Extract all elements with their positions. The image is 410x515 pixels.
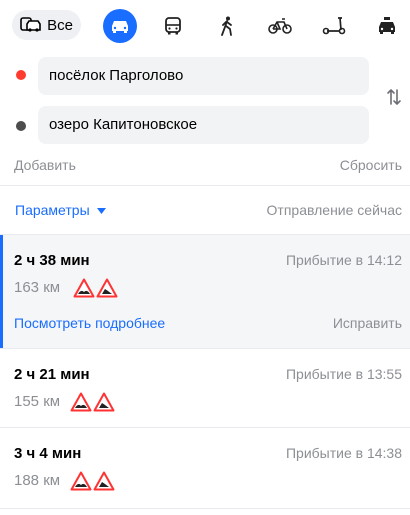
route-arrival: Прибытие в 14:38 (285, 445, 402, 461)
walk-icon (221, 16, 232, 36)
fix-route-button[interactable]: Исправить (333, 315, 402, 331)
parameters-label: Параметры (15, 202, 90, 218)
route-distance: 163 км (14, 279, 61, 296)
bus-icon (165, 17, 181, 35)
swap-icon[interactable] (386, 88, 402, 106)
caret-down-icon (96, 208, 106, 215)
route-duration: 2 ч 38 мин (14, 252, 90, 269)
destination-field[interactable]: озеро Капитоновское (38, 106, 369, 144)
road-work-warning-icon (93, 471, 115, 491)
divider (0, 508, 410, 509)
route-duration: 3 ч 4 мин (14, 445, 82, 462)
mode-bus-button[interactable] (156, 9, 190, 43)
route-arrival: Прибытие в 14:12 (285, 252, 402, 268)
road-work-warning-icon (96, 278, 118, 298)
scooter-icon (322, 17, 346, 35)
destination-dot (16, 121, 26, 131)
mode-all-label: Все (47, 16, 73, 34)
mode-bicycle-button[interactable] (263, 9, 297, 43)
view-details-link[interactable]: Посмотреть подробнее (14, 315, 165, 331)
bicycle-icon (268, 18, 292, 34)
route-duration: 2 ч 21 мин (14, 366, 90, 383)
taxi-icon (379, 17, 395, 34)
mode-walk-button[interactable] (210, 9, 244, 43)
route-distance: 188 км (14, 472, 61, 489)
departure-time[interactable]: Отправление сейчас (267, 202, 402, 218)
car-bus-icon (20, 17, 41, 32)
route-distance: 155 км (14, 393, 61, 410)
route-arrival: Прибытие в 13:55 (285, 366, 402, 382)
route-card-2[interactable]: 2 ч 21 мин Прибытие в 13:55 155 км (0, 349, 410, 427)
mode-all-button[interactable]: Все (12, 10, 81, 40)
road-work-warning-icon (93, 392, 115, 412)
divider (0, 185, 410, 186)
route-card-3[interactable]: 3 ч 4 мин Прибытие в 14:38 188 км (0, 428, 410, 508)
reset-button[interactable]: Сбросить (340, 157, 402, 173)
mode-car-button[interactable] (103, 9, 137, 43)
origin-dot (16, 70, 26, 80)
origin-field[interactable]: посёлок Парголово (38, 57, 369, 95)
road-warning-icon (70, 392, 92, 412)
road-warning-icon (73, 278, 95, 298)
transport-mode-bar: Все (0, 8, 410, 44)
mode-scooter-button[interactable] (317, 9, 351, 43)
car-icon (112, 21, 128, 33)
mode-taxi-button[interactable] (370, 9, 404, 43)
route-card-1[interactable]: 2 ч 38 мин Прибытие в 14:12 163 км Посмо… (0, 235, 410, 348)
parameters-button[interactable]: Параметры (15, 202, 106, 218)
add-point-button[interactable]: Добавить (14, 157, 76, 173)
road-warning-icon (70, 471, 92, 491)
